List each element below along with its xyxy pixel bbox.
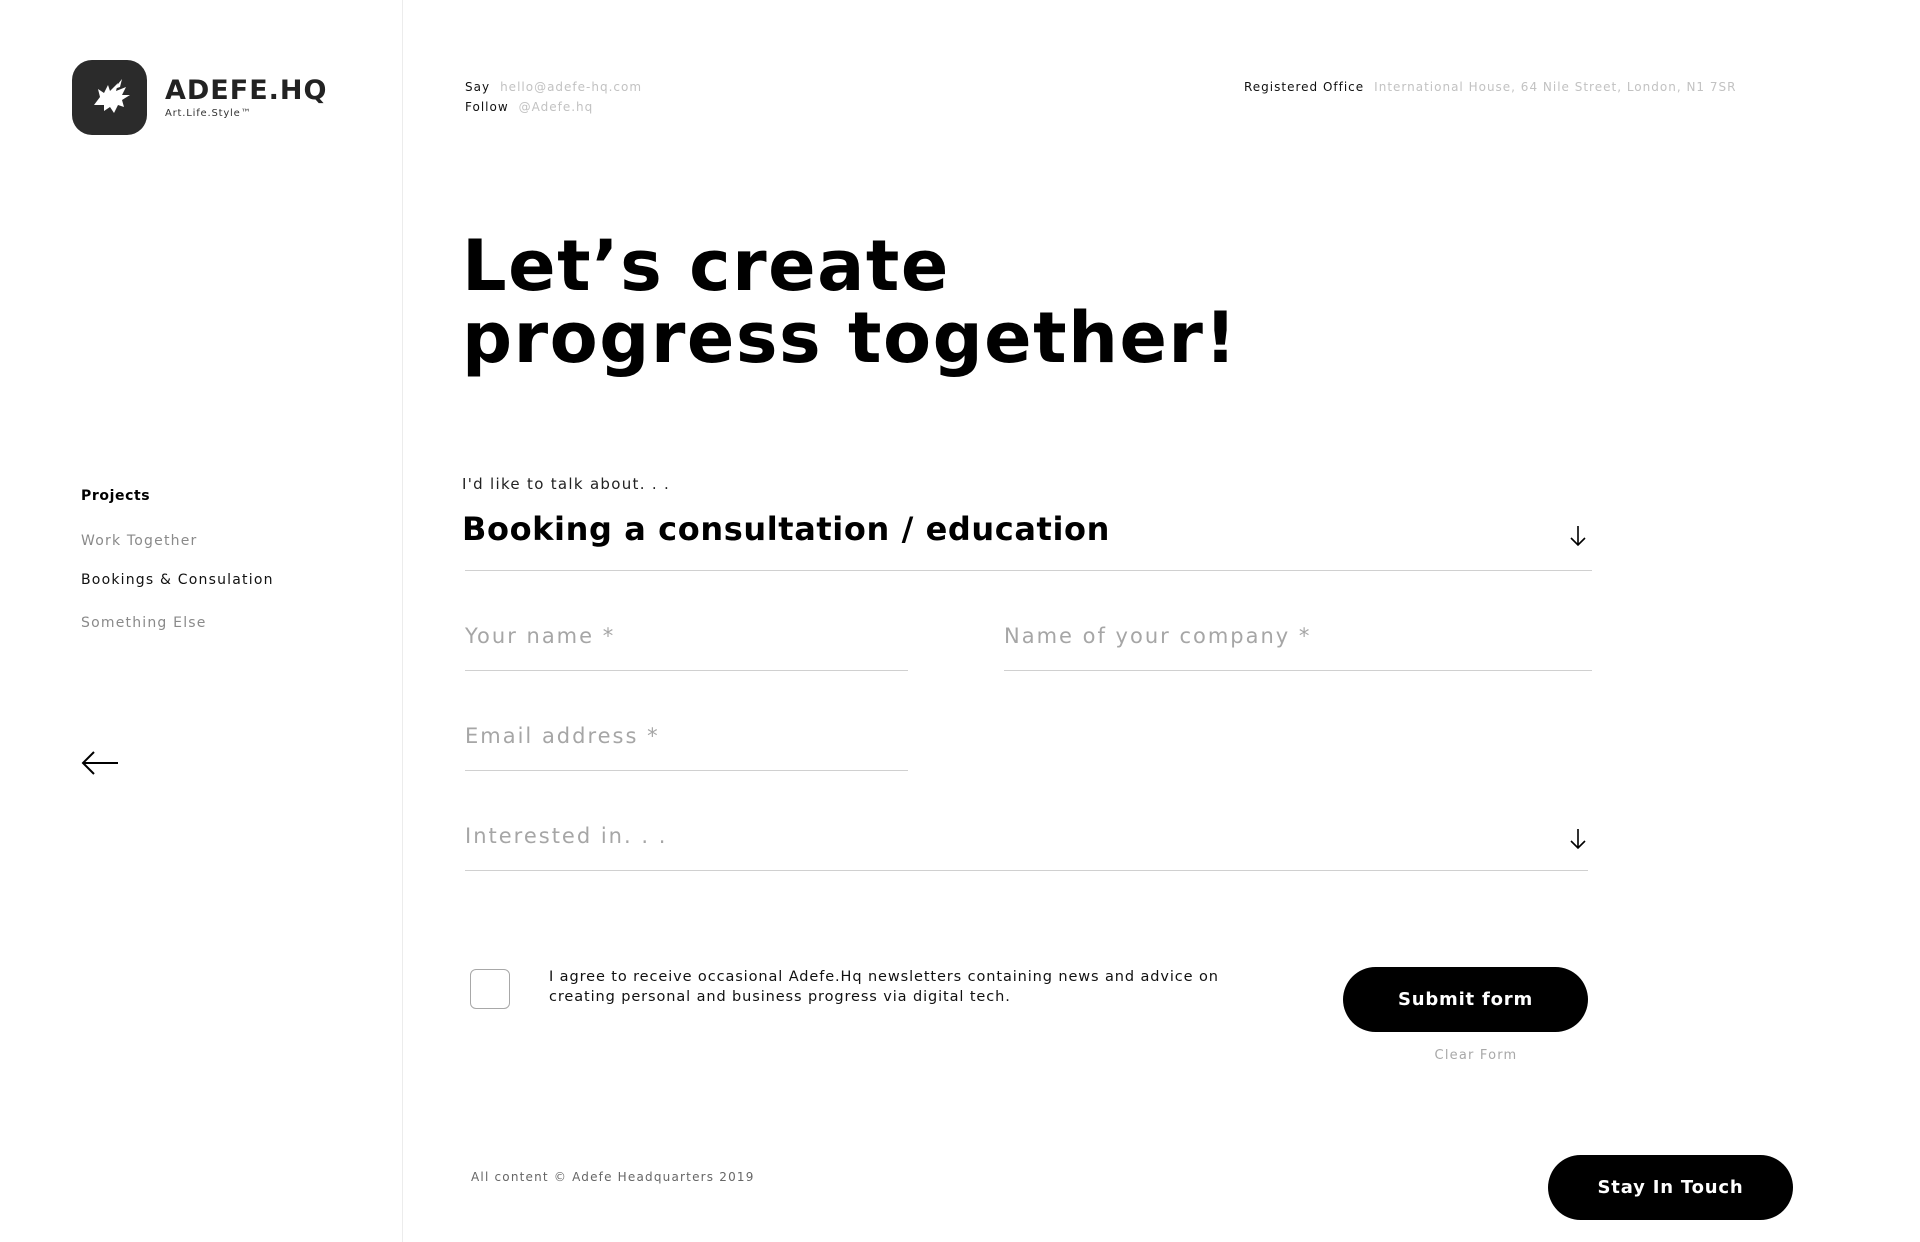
office-row: Registered Office International House, 64…: [1244, 77, 1736, 97]
name-underline: [465, 670, 908, 671]
brand-tagline: Art.Life.Style™: [165, 108, 252, 119]
sidebar-item-bookings[interactable]: Bookings & Consulation: [81, 572, 274, 588]
copyright: All content © Adefe Headquarters 2019: [471, 1170, 755, 1184]
sidebar-item-work-together[interactable]: Work Together: [81, 533, 197, 549]
email-underline: [465, 770, 908, 771]
company-field[interactable]: Name of your company *: [1004, 624, 1311, 648]
topic-underline: [465, 570, 1592, 571]
arrow-left-icon[interactable]: [80, 748, 120, 778]
name-field[interactable]: Your name *: [465, 624, 615, 648]
sidebar-title: Projects: [81, 488, 151, 504]
say-row: Say hello@adefe-hq.com: [465, 77, 642, 97]
interest-underline: [465, 870, 1588, 871]
page-title: Let’s create progress together!: [462, 230, 1238, 374]
logo[interactable]: ADEFE.HQ Art.Life.Style™: [72, 60, 327, 135]
follow-row: Follow @Adefe.hq: [465, 97, 593, 117]
title-line-2: progress together!: [462, 297, 1238, 379]
sidebar-divider: [402, 0, 403, 1242]
title-line-1: Let’s create: [462, 225, 950, 307]
brand-name: ADEFE.HQ: [165, 75, 328, 106]
submit-button[interactable]: Submit form: [1343, 967, 1588, 1032]
company-underline: [1004, 670, 1592, 671]
pegasus-icon: [72, 60, 147, 135]
interest-select[interactable]: Interested in. . .: [465, 824, 667, 848]
say-label: Say: [465, 80, 491, 94]
office-address: International House, 64 Nile Street, Lon…: [1374, 80, 1737, 94]
email-link[interactable]: hello@adefe-hq.com: [500, 80, 642, 94]
social-link[interactable]: @Adefe.hq: [519, 100, 594, 114]
topic-label: I'd like to talk about. . .: [462, 475, 671, 493]
email-field[interactable]: Email address *: [465, 724, 660, 748]
consent-checkbox[interactable]: [470, 969, 510, 1009]
follow-label: Follow: [465, 100, 509, 114]
sidebar-item-something-else[interactable]: Something Else: [81, 615, 207, 631]
arrow-down-icon[interactable]: [1568, 524, 1588, 548]
clear-form-link[interactable]: Clear Form: [1402, 1048, 1550, 1063]
office-label: Registered Office: [1244, 80, 1365, 94]
topic-select[interactable]: Booking a consultation / education: [462, 510, 1110, 548]
stay-in-touch-button[interactable]: Stay In Touch: [1548, 1155, 1793, 1220]
consent-text: I agree to receive occasional Adefe.Hq n…: [549, 969, 1219, 1005]
arrow-down-icon[interactable]: [1568, 827, 1588, 851]
